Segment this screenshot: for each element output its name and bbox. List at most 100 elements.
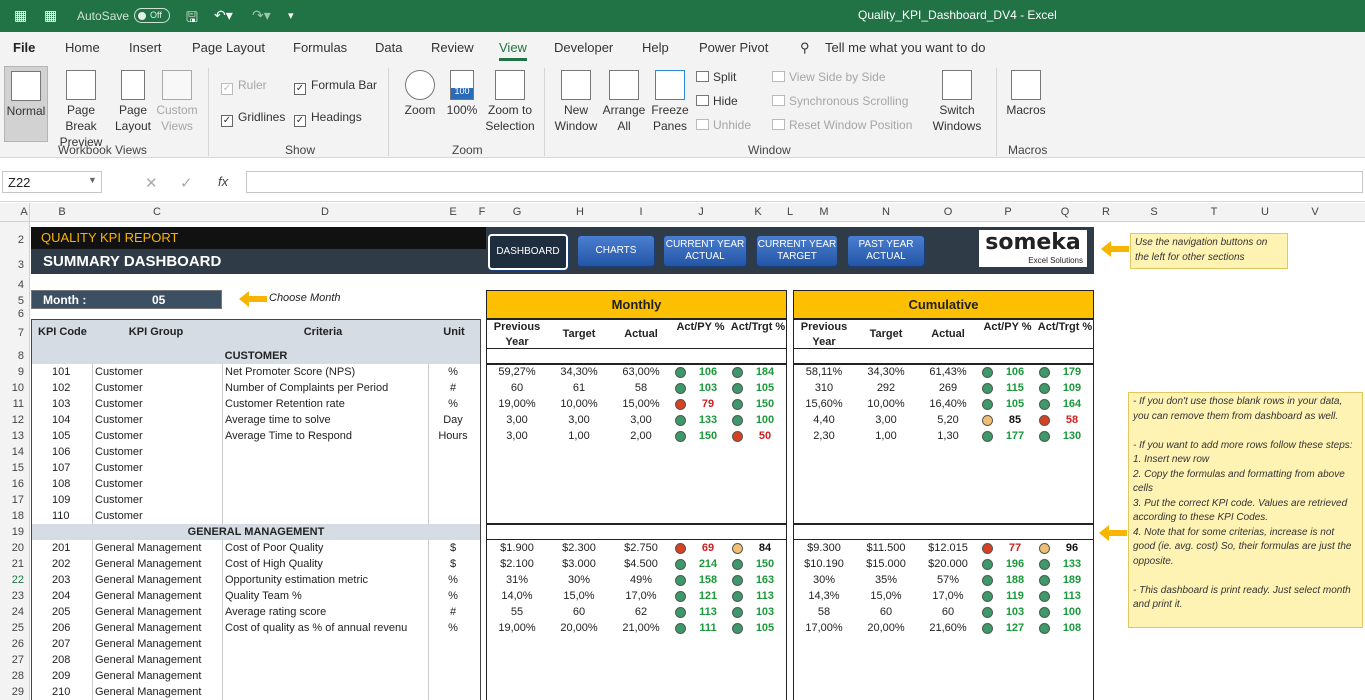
column-header[interactable]: T (1189, 206, 1239, 218)
tab-formulas[interactable]: Formulas (293, 40, 347, 55)
column-header[interactable]: V (1290, 206, 1340, 218)
column-header[interactable]: A (20, 206, 28, 218)
headings-checkbox[interactable]: ✓ Headings (294, 110, 362, 127)
arrange-all-button[interactable]: Arrange All (601, 70, 647, 134)
worksheet-grid[interactable]: QUALITY KPI REPORT SUMMARY DASHBOARD DAS… (30, 222, 1365, 700)
month-selector[interactable]: Month : 05 (31, 290, 222, 309)
synchronous-scrolling-button[interactable]: Synchronous Scrolling (772, 94, 908, 108)
row-header[interactable]: 4 (0, 278, 30, 293)
column-header[interactable]: M (794, 206, 854, 218)
split-button[interactable]: Split (696, 70, 736, 84)
row-header[interactable]: 14 (0, 444, 30, 460)
row-header[interactable]: 17 (0, 492, 30, 508)
zoom-100-button[interactable]: 100 100% (444, 70, 480, 118)
row-header[interactable]: 29 (0, 684, 30, 700)
row-header[interactable]: 7 (0, 319, 30, 348)
column-header[interactable]: J (673, 206, 729, 218)
column-header[interactable]: U (1240, 206, 1290, 218)
tab-review[interactable]: Review (431, 40, 474, 55)
row-header[interactable]: 3 (0, 252, 30, 278)
nav-current-year-target-button[interactable]: CURRENT YEAR TARGET (756, 235, 838, 267)
ruler-checkbox[interactable]: ✓ Ruler (221, 78, 267, 95)
column-header[interactable]: S (1129, 206, 1179, 218)
save-icon[interactable]: 🖫 (186, 7, 198, 31)
column-header[interactable]: D (222, 206, 428, 218)
column-header[interactable]: C (93, 206, 221, 218)
table-icon[interactable]: ▦ (44, 7, 57, 24)
column-header[interactable]: R (1093, 206, 1119, 218)
row-header[interactable]: 9 (0, 364, 30, 380)
custom-views-button[interactable]: Custom Views (154, 70, 200, 134)
column-header[interactable]: F (478, 206, 486, 218)
tab-view[interactable]: View (499, 40, 527, 61)
column-header[interactable]: G (487, 206, 547, 218)
row-header[interactable]: 28 (0, 668, 30, 684)
column-header[interactable]: E (429, 206, 477, 218)
row-header[interactable]: 2 (0, 228, 30, 252)
name-box[interactable]: Z22 (2, 171, 102, 193)
tab-file[interactable]: File (13, 40, 35, 55)
row-header[interactable]: 10 (0, 380, 30, 396)
tab-data[interactable]: Data (375, 40, 402, 55)
tab-power-pivot[interactable]: Power Pivot (699, 40, 768, 55)
column-header[interactable]: K (730, 206, 786, 218)
enter-icon[interactable]: ✓ (180, 174, 193, 192)
tab-page-layout[interactable]: Page Layout (192, 40, 265, 55)
row-header[interactable]: 15 (0, 460, 30, 476)
formula-input[interactable] (246, 171, 1363, 193)
row-header[interactable]: 20 (0, 540, 30, 556)
row-header[interactable]: 19 (0, 524, 30, 540)
row-header[interactable]: 12 (0, 412, 30, 428)
column-header[interactable]: N (856, 206, 916, 218)
cancel-icon[interactable]: ✕ (145, 174, 158, 192)
nav-dashboard-button[interactable]: DASHBOARD (488, 234, 568, 270)
row-header[interactable]: 27 (0, 652, 30, 668)
zoom-button[interactable]: Zoom (398, 70, 442, 118)
zoom-to-selection-button[interactable]: Zoom to Selection (482, 70, 538, 134)
freeze-panes-button[interactable]: Freeze Panes (647, 70, 693, 134)
column-header[interactable]: O (918, 206, 978, 218)
autosave-toggle[interactable]: Off (134, 8, 170, 23)
nav-charts-button[interactable]: CHARTS (577, 235, 655, 267)
tab-help[interactable]: Help (642, 40, 669, 55)
row-header[interactable]: 13 (0, 428, 30, 444)
row-header[interactable]: 24 (0, 604, 30, 620)
column-header[interactable]: L (786, 206, 794, 218)
row-header[interactable]: 26 (0, 636, 30, 652)
tell-me-search[interactable]: Tell me what you want to do (825, 40, 985, 55)
redo-icon[interactable]: ↷▾ (252, 7, 271, 24)
column-header[interactable]: I (611, 206, 671, 218)
hide-button[interactable]: Hide (696, 94, 738, 108)
new-window-button[interactable]: New Window (551, 70, 601, 134)
tab-insert[interactable]: Insert (129, 40, 162, 55)
undo-icon[interactable]: ↶▾ (214, 7, 233, 24)
customize-qat-icon[interactable]: ▾ (288, 9, 294, 22)
namebox-dropdown-icon[interactable]: ▼ (88, 175, 97, 185)
switch-windows-button[interactable]: Switch Windows (926, 70, 988, 134)
reset-window-position-button[interactable]: Reset Window Position (772, 118, 912, 132)
column-header[interactable]: P (980, 206, 1036, 218)
formula-bar-checkbox[interactable]: ✓ Formula Bar (294, 78, 377, 95)
column-header[interactable]: Q (1037, 206, 1093, 218)
nav-current-year-actual-button[interactable]: CURRENT YEAR ACTUAL (663, 235, 747, 267)
gridlines-checkbox[interactable]: ✓ Gridlines (221, 110, 285, 127)
nav-past-year-actual-button[interactable]: PAST YEAR ACTUAL (847, 235, 925, 267)
column-header[interactable]: H (550, 206, 610, 218)
row-header[interactable]: 8 (0, 348, 30, 364)
insert-function-icon[interactable]: fx (218, 174, 228, 189)
row-header[interactable]: 11 (0, 396, 30, 412)
normal-view-button[interactable]: Normal (4, 66, 48, 142)
row-header[interactable]: 16 (0, 476, 30, 492)
row-header[interactable]: 5 (0, 293, 30, 310)
month-value[interactable]: 05 (152, 293, 165, 307)
row-header[interactable]: 6 (0, 309, 30, 320)
page-break-preview-button[interactable]: Page Break Preview (50, 70, 112, 150)
page-layout-view-button[interactable]: Page Layout (114, 70, 152, 134)
column-header[interactable]: B (30, 206, 94, 218)
row-header[interactable]: 23 (0, 588, 30, 604)
unhide-button[interactable]: Unhide (696, 118, 751, 132)
row-header[interactable]: 21 (0, 556, 30, 572)
tab-developer[interactable]: Developer (554, 40, 613, 55)
row-header[interactable]: 22 (0, 572, 30, 588)
view-side-by-side-button[interactable]: View Side by Side (772, 70, 886, 84)
